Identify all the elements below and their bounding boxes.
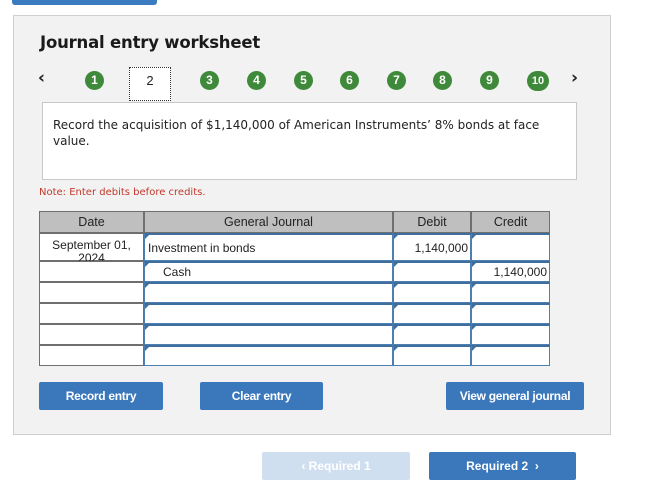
- account-input[interactable]: Investment in bonds: [144, 233, 393, 261]
- table-row-date[interactable]: [39, 303, 144, 324]
- debit-input[interactable]: 1,140,000: [393, 233, 471, 261]
- step-2-current[interactable]: 2: [129, 67, 171, 101]
- page-title: Journal entry worksheet: [40, 33, 261, 52]
- credit-input[interactable]: 1,140,000: [471, 261, 550, 282]
- table-row-date[interactable]: [39, 261, 144, 282]
- step-3[interactable]: 3: [200, 71, 219, 90]
- required-1-label: Required 1: [308, 459, 371, 473]
- note-text: Note: Enter debits before credits.: [39, 187, 206, 198]
- required-2-button[interactable]: Required 2 ›: [429, 452, 576, 480]
- header-credit: Credit: [471, 211, 550, 233]
- header-general-journal: General Journal: [144, 211, 393, 233]
- table-row-date[interactable]: [39, 324, 144, 345]
- debit-input[interactable]: [393, 324, 471, 345]
- credit-input[interactable]: [471, 233, 550, 261]
- account-input[interactable]: [144, 345, 393, 366]
- account-input[interactable]: [144, 303, 393, 324]
- step-10[interactable]: 10: [527, 71, 549, 91]
- required-2-label: Required 2: [466, 459, 529, 473]
- debit-input[interactable]: [393, 303, 471, 324]
- step-7[interactable]: 7: [387, 71, 406, 90]
- account-input[interactable]: [144, 282, 393, 303]
- chevron-right-icon: ›: [531, 459, 539, 473]
- debit-input[interactable]: [393, 345, 471, 366]
- table-row-date[interactable]: September 01, 2024: [39, 233, 144, 265]
- chevron-right-icon[interactable]: ›: [571, 68, 578, 88]
- chevron-left-icon: ‹: [301, 459, 306, 473]
- debit-input[interactable]: [393, 261, 471, 282]
- step-6[interactable]: 6: [340, 71, 359, 90]
- credit-input[interactable]: [471, 282, 550, 303]
- chevron-left-icon[interactable]: ‹: [38, 68, 45, 88]
- credit-input[interactable]: [471, 324, 550, 345]
- required-1-button: ‹ Required 1: [262, 452, 410, 480]
- account-input[interactable]: [144, 324, 393, 345]
- step-1[interactable]: 1: [85, 71, 104, 90]
- journal-table: Date General Journal Debit Credit Septem…: [39, 211, 550, 367]
- record-entry-button[interactable]: Record entry: [39, 382, 163, 410]
- step-4[interactable]: 4: [247, 71, 266, 90]
- question-box: Record the acquisition of $1,140,000 of …: [42, 102, 577, 180]
- credit-input[interactable]: [471, 303, 550, 324]
- account-input[interactable]: Cash: [144, 261, 393, 282]
- worksheet-panel: Journal entry worksheet ‹ 1 2 3 4 5 6 7 …: [13, 15, 611, 435]
- table-row-date[interactable]: [39, 345, 144, 366]
- step-5[interactable]: 5: [294, 71, 313, 90]
- header-debit: Debit: [393, 211, 471, 233]
- question-text: Record the acquisition of $1,140,000 of …: [53, 118, 540, 148]
- credit-input[interactable]: [471, 345, 550, 366]
- step-9[interactable]: 9: [480, 71, 499, 90]
- top-accent-bar: [12, 0, 157, 5]
- table-row-date[interactable]: [39, 282, 144, 303]
- debit-input[interactable]: [393, 282, 471, 303]
- view-general-journal-button[interactable]: View general journal: [446, 382, 584, 410]
- step-8[interactable]: 8: [433, 71, 452, 90]
- clear-entry-button[interactable]: Clear entry: [200, 382, 323, 410]
- header-date: Date: [39, 211, 144, 233]
